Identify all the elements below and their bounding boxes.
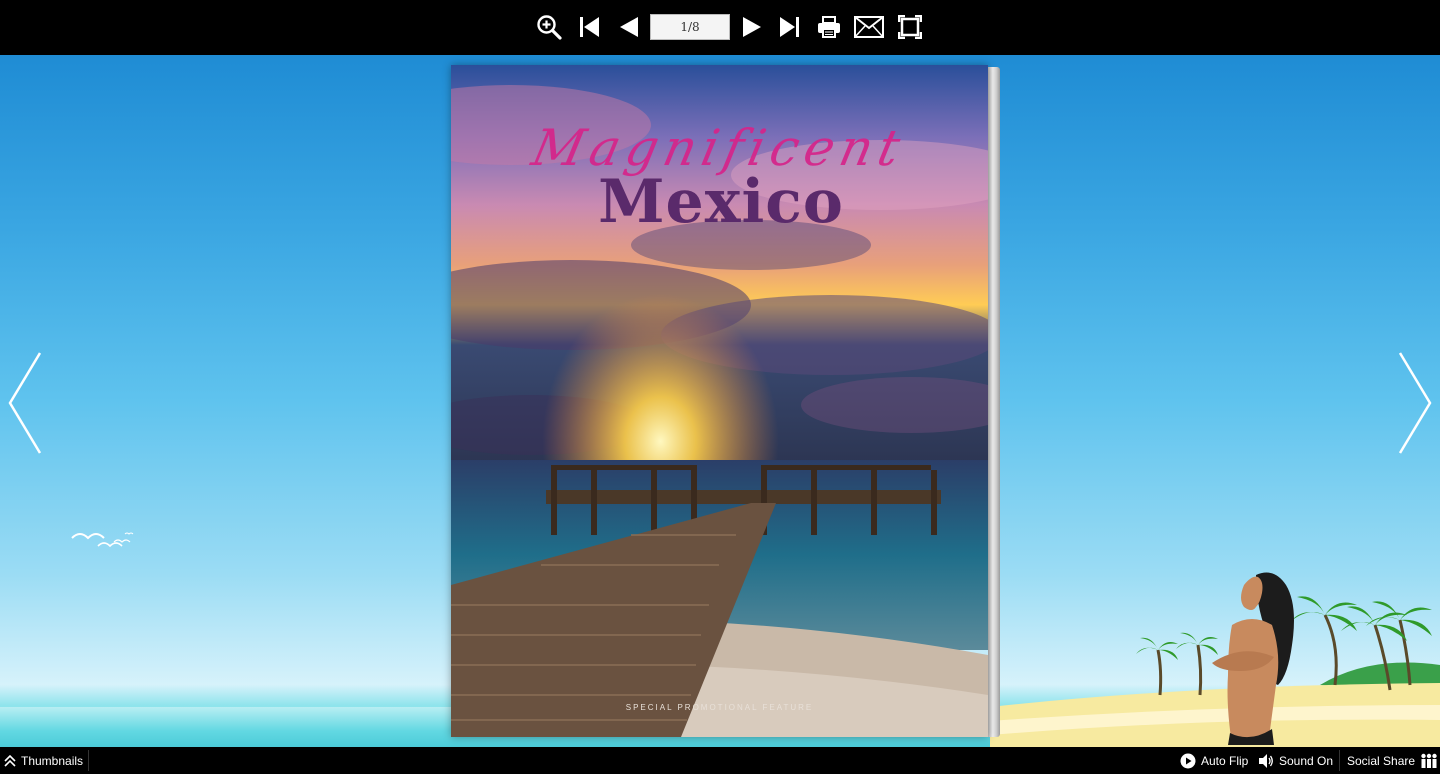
print-button[interactable] — [813, 10, 845, 44]
next-page-icon — [743, 17, 761, 37]
next-page-button[interactable] — [736, 10, 768, 44]
cover-title: Mexico — [598, 167, 844, 237]
previous-page-button[interactable] — [613, 10, 645, 44]
cover-feature-label: SPECIAL PROMOTIONAL FEATURE — [625, 703, 814, 712]
bottom-bar: Thumbnails Auto Flip Sound On Social Sha… — [0, 747, 1440, 774]
sound-button[interactable]: Sound On — [1258, 747, 1333, 774]
thumbnails-label: Thumbnails — [21, 753, 84, 768]
fullscreen-button[interactable] — [894, 10, 926, 44]
social-share-button[interactable]: Social Share — [1347, 747, 1438, 774]
first-page-icon — [580, 17, 599, 37]
seagulls-decoration — [71, 532, 134, 548]
zoom-in-icon — [537, 15, 562, 40]
book-page-edges — [988, 67, 1000, 737]
page-number-input[interactable]: 1/8 — [650, 14, 730, 40]
previous-page-icon — [620, 17, 638, 37]
email-icon — [854, 16, 884, 38]
last-page-button[interactable] — [774, 10, 806, 44]
email-button[interactable] — [853, 10, 885, 44]
chevron-up-icon — [4, 754, 16, 767]
first-page-button[interactable] — [574, 10, 606, 44]
reader-stage: Magnificent Mexico SPECIAL PROMOTIONAL F… — [0, 55, 1440, 747]
magazine-cover-page[interactable]: Magnificent Mexico SPECIAL PROMOTIONAL F… — [451, 65, 988, 737]
beach-scene-decoration — [990, 572, 1440, 747]
print-icon — [818, 16, 840, 38]
thumbnails-button[interactable]: Thumbnails — [4, 747, 83, 774]
top-toolbar: 1/8 — [0, 0, 1440, 56]
sound-label: Sound On — [1279, 753, 1334, 768]
auto-flip-label: Auto Flip — [1201, 753, 1249, 768]
social-share-label: Social Share — [1347, 753, 1416, 768]
auto-flip-button[interactable]: Auto Flip — [1180, 747, 1248, 774]
zoom-in-button[interactable] — [533, 10, 565, 44]
next-page-arrow[interactable] — [1394, 351, 1434, 455]
previous-page-arrow[interactable] — [6, 351, 46, 455]
people-icon — [1421, 753, 1437, 768]
divider — [88, 750, 89, 771]
divider — [1339, 750, 1340, 771]
last-page-icon — [780, 17, 799, 37]
fullscreen-icon — [898, 15, 922, 39]
play-icon — [1180, 753, 1196, 768]
speaker-icon — [1259, 753, 1273, 768]
